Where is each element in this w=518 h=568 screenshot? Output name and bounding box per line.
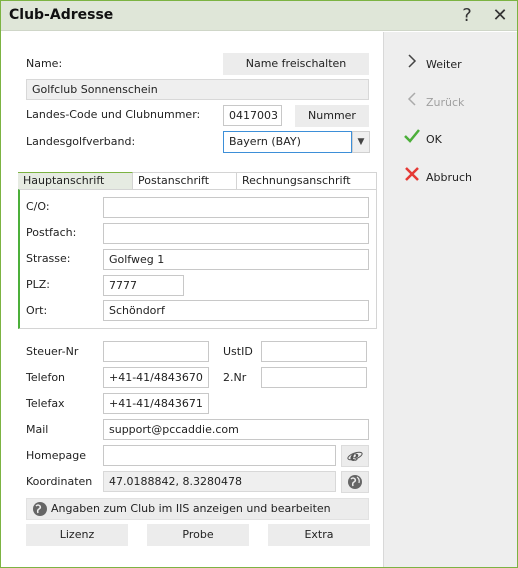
phone-label: Telefon	[26, 371, 66, 384]
tab-billing-address[interactable]: Rechnungsanschrift	[237, 172, 377, 189]
co-label: C/O:	[26, 200, 50, 213]
mail-label: Mail	[26, 423, 49, 436]
city-label: Ort:	[26, 304, 48, 317]
back-button[interactable]: Zurück	[404, 92, 464, 112]
cancel-button[interactable]: Abbruch	[404, 167, 472, 187]
name-label: Name:	[26, 57, 63, 70]
code-label: Landes-Code und Clubnummer:	[26, 108, 201, 121]
main-form: Name: Name freischalten Golfclub Sonnens…	[1, 32, 382, 567]
close-icon	[404, 167, 420, 188]
fax-label: Telefax	[26, 397, 65, 410]
coordinates-field[interactable]: 47.0188842, 8.3280478	[103, 471, 336, 492]
tax-number-label: Steuer-Nr	[26, 345, 79, 358]
street-field[interactable]: Golfweg 1	[103, 249, 369, 270]
sample-button[interactable]: Probe	[147, 524, 249, 546]
club-address-dialog: Club-Adresse ? ✕ Name: Name freischalten…	[0, 0, 518, 568]
iis-button-label: Angaben zum Club im IIS anzeigen und bea…	[51, 502, 331, 515]
fax-field[interactable]: +41-41/4843671	[103, 393, 209, 414]
tax-number-field[interactable]	[103, 341, 209, 362]
club-code-field[interactable]: 0417003	[223, 105, 282, 126]
chevron-left-icon	[404, 92, 420, 113]
street-label: Strasse:	[26, 252, 71, 265]
homepage-label: Homepage	[26, 449, 86, 462]
chevron-right-icon	[404, 54, 420, 75]
tab-main-address[interactable]: Hauptanschrift	[18, 172, 133, 189]
browser-icon[interactable]: e	[341, 445, 369, 467]
phone2-field[interactable]	[261, 367, 367, 388]
unlock-name-button[interactable]: Name freischalten	[223, 53, 369, 75]
phone2-label: 2.Nr	[223, 371, 247, 384]
zip-label: PLZ:	[26, 278, 51, 291]
window-title: Club-Adresse	[9, 7, 114, 23]
zip-field[interactable]: 7777	[103, 275, 184, 296]
checkmark-icon	[404, 129, 420, 150]
globe-icon	[32, 501, 48, 524]
postbox-label: Postfach:	[26, 226, 77, 239]
cancel-label: Abbruch	[426, 171, 473, 184]
address-tabs: Hauptanschrift Postanschrift Rechnungsan…	[18, 172, 377, 189]
ok-label: OK	[426, 133, 442, 146]
ok-button[interactable]: OK	[404, 129, 442, 149]
help-button[interactable]: ?	[456, 5, 478, 27]
license-button[interactable]: Lizenz	[26, 524, 128, 546]
next-label: Weiter	[426, 58, 462, 71]
number-button[interactable]: Nummer	[295, 105, 369, 127]
title-bar: Club-Adresse ? ✕	[1, 1, 517, 31]
globe-icon[interactable]	[341, 471, 369, 493]
action-pane: Weiter Zurück OK Abbruch	[383, 32, 517, 567]
close-button[interactable]: ✕	[489, 5, 511, 27]
phone-field[interactable]: +41-41/4843670	[103, 367, 209, 388]
mail-field[interactable]: support@pccaddie.com	[103, 419, 369, 440]
club-name-field[interactable]: Golfclub Sonnenschein	[26, 79, 369, 100]
next-button[interactable]: Weiter	[404, 54, 462, 74]
federation-label: Landesgolfverband:	[26, 135, 136, 148]
vat-id-label: UstID	[223, 345, 253, 358]
svg-text:e: e	[350, 449, 359, 464]
vat-id-field[interactable]	[261, 341, 367, 362]
coordinates-label: Koordinaten	[26, 475, 93, 488]
iis-button[interactable]: Angaben zum Club im IIS anzeigen und bea…	[26, 498, 369, 520]
chevron-down-icon[interactable]: ▼	[352, 131, 370, 153]
tab-postal-address[interactable]: Postanschrift	[133, 172, 237, 189]
co-field[interactable]	[103, 197, 369, 218]
back-label: Zurück	[426, 96, 465, 109]
homepage-field[interactable]	[103, 445, 336, 466]
federation-select[interactable]: Bayern (BAY)	[223, 131, 352, 153]
postbox-field[interactable]	[103, 223, 369, 244]
extra-button[interactable]: Extra	[268, 524, 370, 546]
city-field[interactable]: Schöndorf	[103, 300, 369, 321]
